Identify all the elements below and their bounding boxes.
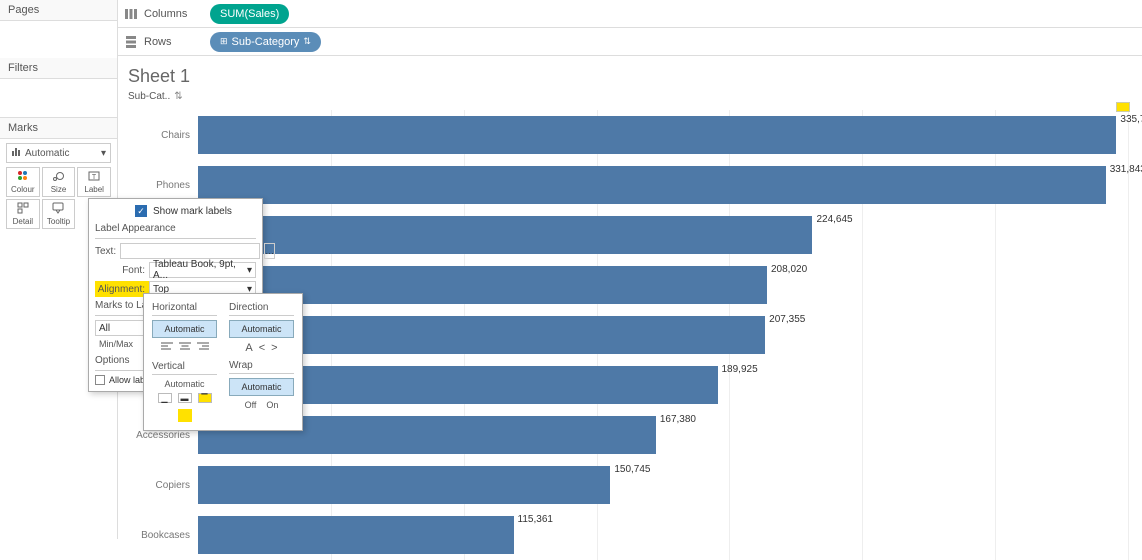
sort-desc-icon: ⇅: [303, 36, 311, 47]
alignment-label: Alignment:: [95, 284, 145, 295]
marks-dropdown-text: Automatic: [25, 148, 69, 159]
font-select[interactable]: Tableau Book, 9pt, A... ▾: [149, 262, 256, 278]
cell-label: Label: [84, 185, 104, 194]
colour-icon: [17, 170, 29, 185]
text-label: Text:: [95, 246, 116, 257]
direction-automatic-button[interactable]: Automatic: [229, 320, 294, 338]
allow-overlap-checkbox[interactable]: [95, 375, 105, 385]
label-appearance-section: Label Appearance: [95, 223, 256, 234]
marks-to-label-all[interactable]: All: [95, 320, 145, 336]
columns-pill-sum-sales[interactable]: SUM(Sales): [210, 4, 289, 24]
direction-header: Direction: [229, 302, 294, 316]
sheet-title: Sheet 1: [128, 66, 1132, 87]
subcategory-header[interactable]: Sub-Cat.. ⇅: [128, 91, 1132, 102]
cell-label: Detail: [13, 217, 33, 226]
valign-bottom-icon[interactable]: ▁: [158, 393, 172, 403]
sort-icon[interactable]: ⇅: [174, 91, 182, 102]
vertical-highlight: [178, 409, 192, 422]
columns-icon: [124, 7, 138, 21]
pill-text: Sub-Category: [232, 36, 300, 48]
alignment-popup: Horizontal Automatic Vertical Automatic …: [143, 293, 303, 431]
bar-icon: [11, 147, 21, 160]
marks-label-button[interactable]: T Label: [77, 167, 111, 197]
label-icon: T: [88, 170, 100, 185]
marks-type-dropdown[interactable]: Automatic ▾: [6, 143, 111, 163]
align-left-icon[interactable]: [161, 342, 173, 355]
show-mark-labels-checkbox[interactable]: ✓: [135, 205, 147, 217]
bar-value-label: 207,355: [769, 314, 805, 325]
svg-text:T: T: [92, 174, 97, 181]
bar-row: Bookcases 115,361: [128, 510, 1132, 560]
label-highlight-marker: [1116, 102, 1130, 112]
bar[interactable]: [198, 116, 1116, 154]
label-text-edit-button[interactable]: …: [264, 243, 275, 259]
font-label: Font:: [95, 265, 145, 276]
allow-overlap-text: Allow lab: [109, 375, 145, 385]
rows-label: Rows: [144, 36, 204, 48]
bar-category-label: Accessories: [128, 430, 198, 441]
filters-panel-header: Filters: [0, 58, 117, 79]
wrap-on[interactable]: On: [266, 400, 278, 410]
wrap-off[interactable]: Off: [245, 400, 257, 410]
bar-row: 224,645: [128, 210, 1132, 260]
rows-icon: [124, 35, 138, 49]
all-text: All: [99, 323, 110, 334]
wrap-header: Wrap: [229, 360, 294, 374]
bar-value-label: 115,361: [518, 514, 553, 525]
bar-value-label: 335,768: [1120, 114, 1142, 125]
bar-value-label: 150,745: [614, 464, 650, 475]
direction-down-icon[interactable]: >: [271, 342, 277, 354]
horizontal-automatic-button[interactable]: Automatic: [152, 320, 217, 338]
align-right-icon[interactable]: [197, 342, 209, 355]
bar-category-label: Copiers: [128, 480, 198, 491]
bar-value-label: 331,843: [1110, 164, 1142, 175]
rows-shelf[interactable]: Rows ⊞ Sub-Category ⇅: [118, 28, 1142, 56]
pill-text: SUM(Sales): [220, 8, 279, 20]
horizontal-header: Horizontal: [152, 302, 217, 316]
rows-pill-subcategory[interactable]: ⊞ Sub-Category ⇅: [210, 32, 321, 52]
direction-horizontal-icon[interactable]: A: [245, 342, 252, 354]
columns-shelf[interactable]: Columns SUM(Sales): [118, 0, 1142, 28]
dimension-icon: ⊞: [220, 36, 228, 47]
marks-detail-button[interactable]: Detail: [6, 199, 40, 229]
cell-label: Tooltip: [47, 217, 70, 226]
marks-colour-button[interactable]: Colour: [6, 167, 40, 197]
bar-value-label: 224,645: [816, 214, 852, 225]
valign-middle-icon[interactable]: ▬: [178, 393, 192, 403]
show-mark-labels-text: Show mark labels: [153, 206, 232, 217]
align-center-icon[interactable]: [179, 342, 191, 355]
bar[interactable]: [198, 516, 514, 554]
marks-size-button[interactable]: Size: [42, 167, 76, 197]
bar-value-label: 167,380: [660, 414, 696, 425]
label-text-input[interactable]: [120, 243, 260, 259]
columns-label: Columns: [144, 8, 204, 20]
marks-panel-header: Marks: [0, 118, 117, 139]
chevron-down-icon: ▾: [101, 148, 106, 159]
direction-up-icon[interactable]: <: [259, 342, 265, 354]
subcat-text: Sub-Cat..: [128, 91, 170, 102]
bar-row: Copiers 150,745: [128, 460, 1132, 510]
bar-category-label: Phones: [128, 180, 198, 191]
bar[interactable]: [198, 166, 1106, 204]
bar-value-label: 208,020: [771, 264, 807, 275]
vertical-automatic-text: Automatic: [152, 379, 217, 389]
bar-category-label: Chairs: [128, 130, 198, 141]
cell-label: Size: [51, 185, 67, 194]
cell-label: Colour: [11, 185, 35, 194]
vertical-header: Vertical: [152, 361, 217, 375]
marks-tooltip-button[interactable]: Tooltip: [42, 199, 76, 229]
tooltip-icon: [52, 202, 64, 217]
wrap-automatic-button[interactable]: Automatic: [229, 378, 294, 396]
bar-row: Phones 331,843: [128, 160, 1132, 210]
detail-icon: [17, 202, 29, 217]
bar[interactable]: [198, 216, 812, 254]
font-value: Tableau Book, 9pt, A...: [153, 259, 247, 281]
size-icon: [52, 170, 64, 185]
bar-value-label: 189,925: [722, 364, 758, 375]
valign-top-icon[interactable]: ▔: [198, 393, 212, 403]
bar[interactable]: [198, 466, 610, 504]
bar-row: Chairs 335,768: [128, 110, 1132, 160]
pages-panel-header: Pages: [0, 0, 117, 21]
chevron-down-icon: ▾: [247, 265, 252, 276]
